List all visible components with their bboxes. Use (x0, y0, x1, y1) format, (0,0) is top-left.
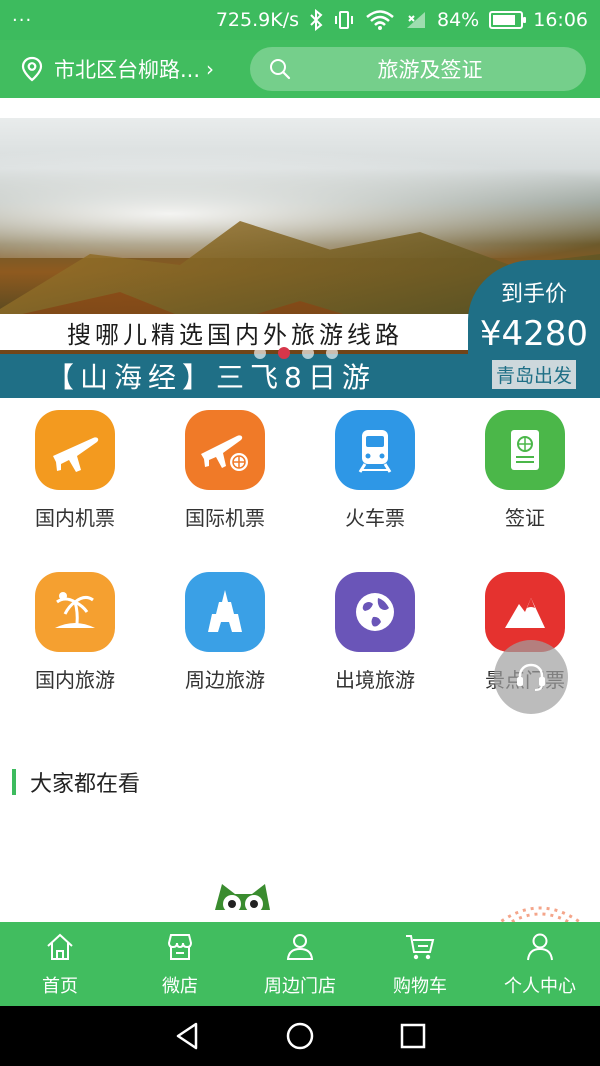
chevron-right-icon: › (206, 57, 215, 81)
category-item[interactable]: 国际机票 (150, 410, 300, 531)
nav-label: 个人中心 (504, 976, 576, 997)
category-label: 出境旅游 (335, 668, 415, 692)
category-item[interactable]: 签证 (450, 410, 600, 531)
bluetooth-icon (310, 9, 323, 31)
category-label: 国内机票 (35, 506, 115, 530)
category-item[interactable]: 火车票 (300, 410, 450, 531)
banner-headline: 搜哪儿精选国内外旅游线路 (0, 314, 470, 350)
bottom-nav: 首页 微店 周边门店 购物车 个人中心 (0, 922, 600, 1006)
status-right: 725.9K/s 84% 16:06 (216, 9, 588, 31)
category-label: 国际机票 (185, 506, 265, 530)
headset-icon (517, 663, 545, 691)
carousel-dot (302, 347, 314, 359)
system-nav-bar (0, 1006, 600, 1066)
search-icon (270, 59, 291, 80)
preview-illustration (215, 884, 586, 928)
nearby-store-icon (283, 930, 317, 968)
customer-service-button[interactable] (494, 640, 568, 714)
palm-tree-icon (35, 572, 115, 652)
wifi-icon (366, 10, 394, 30)
user-icon (523, 930, 557, 968)
notification-dots: ··· (12, 9, 33, 31)
battery-level (493, 15, 516, 25)
airplane-icon (35, 410, 115, 490)
shop-icon (163, 930, 197, 968)
battery-icon (489, 11, 527, 29)
nav-item[interactable]: 购物车 (360, 922, 480, 1006)
train-icon (335, 410, 415, 490)
category-item[interactable]: 周边旅游 (150, 572, 300, 693)
section-accent-bar (12, 769, 16, 795)
status-bar: ··· 725.9K/s 84% 16:06 (0, 0, 600, 40)
category-item[interactable]: 国内旅游 (0, 572, 150, 693)
carousel-indicator (254, 347, 338, 359)
category-label: 火车票 (345, 506, 405, 530)
clock: 16:06 (533, 9, 588, 31)
price-badge: 到手价 ¥4280 青岛出发 (468, 260, 600, 398)
vibrate-icon (335, 11, 353, 29)
network-speed: 725.9K/s (215, 9, 299, 31)
search-placeholder: 旅游及签证 (377, 58, 483, 82)
nav-item[interactable]: 个人中心 (480, 922, 600, 1006)
category-label: 签证 (505, 506, 545, 530)
recents-icon[interactable] (398, 1021, 428, 1051)
carousel-dot (278, 347, 290, 359)
signal-icon (407, 12, 425, 28)
tower-icon (185, 572, 265, 652)
price-value: ¥4280 (479, 314, 589, 354)
passport-icon (485, 410, 565, 490)
nav-label: 购物车 (393, 976, 447, 997)
nav-label: 首页 (42, 976, 78, 997)
nav-label: 微店 (162, 976, 198, 997)
battery-percent: 84% (437, 9, 480, 31)
category-label: 国内旅游 (35, 668, 115, 692)
section-title: 大家都在看 (30, 772, 141, 797)
nav-label: 周边门店 (264, 976, 336, 997)
top-header: 市北区台柳路... › 旅游及签证 (0, 40, 600, 98)
home-circle-icon[interactable] (285, 1021, 315, 1051)
category-label: 周边旅游 (185, 668, 265, 692)
depart-label: 青岛出发 (491, 360, 576, 389)
cart-icon (403, 930, 437, 968)
location-pin-icon (21, 56, 43, 82)
home-icon (43, 930, 77, 968)
globe-icon (335, 572, 415, 652)
price-label: 到手价 (500, 282, 567, 307)
location-selector[interactable]: 市北区台柳路... › (18, 54, 214, 84)
category-item[interactable]: 国内机票 (0, 410, 150, 531)
international-flight-icon (185, 410, 265, 490)
nav-item[interactable]: 微店 (120, 922, 240, 1006)
back-icon[interactable] (172, 1021, 202, 1051)
nav-item[interactable]: 周边门店 (240, 922, 360, 1006)
category-item[interactable]: 出境旅游 (300, 572, 450, 693)
carousel-dot (326, 347, 338, 359)
search-bar[interactable]: 旅游及签证 (250, 47, 586, 91)
nav-item[interactable]: 首页 (0, 922, 120, 1006)
carousel-dot (254, 347, 266, 359)
location-text: 市北区台柳路... (54, 58, 201, 82)
section-header: 大家都在看 (12, 766, 140, 798)
recommend-preview[interactable] (0, 870, 600, 930)
